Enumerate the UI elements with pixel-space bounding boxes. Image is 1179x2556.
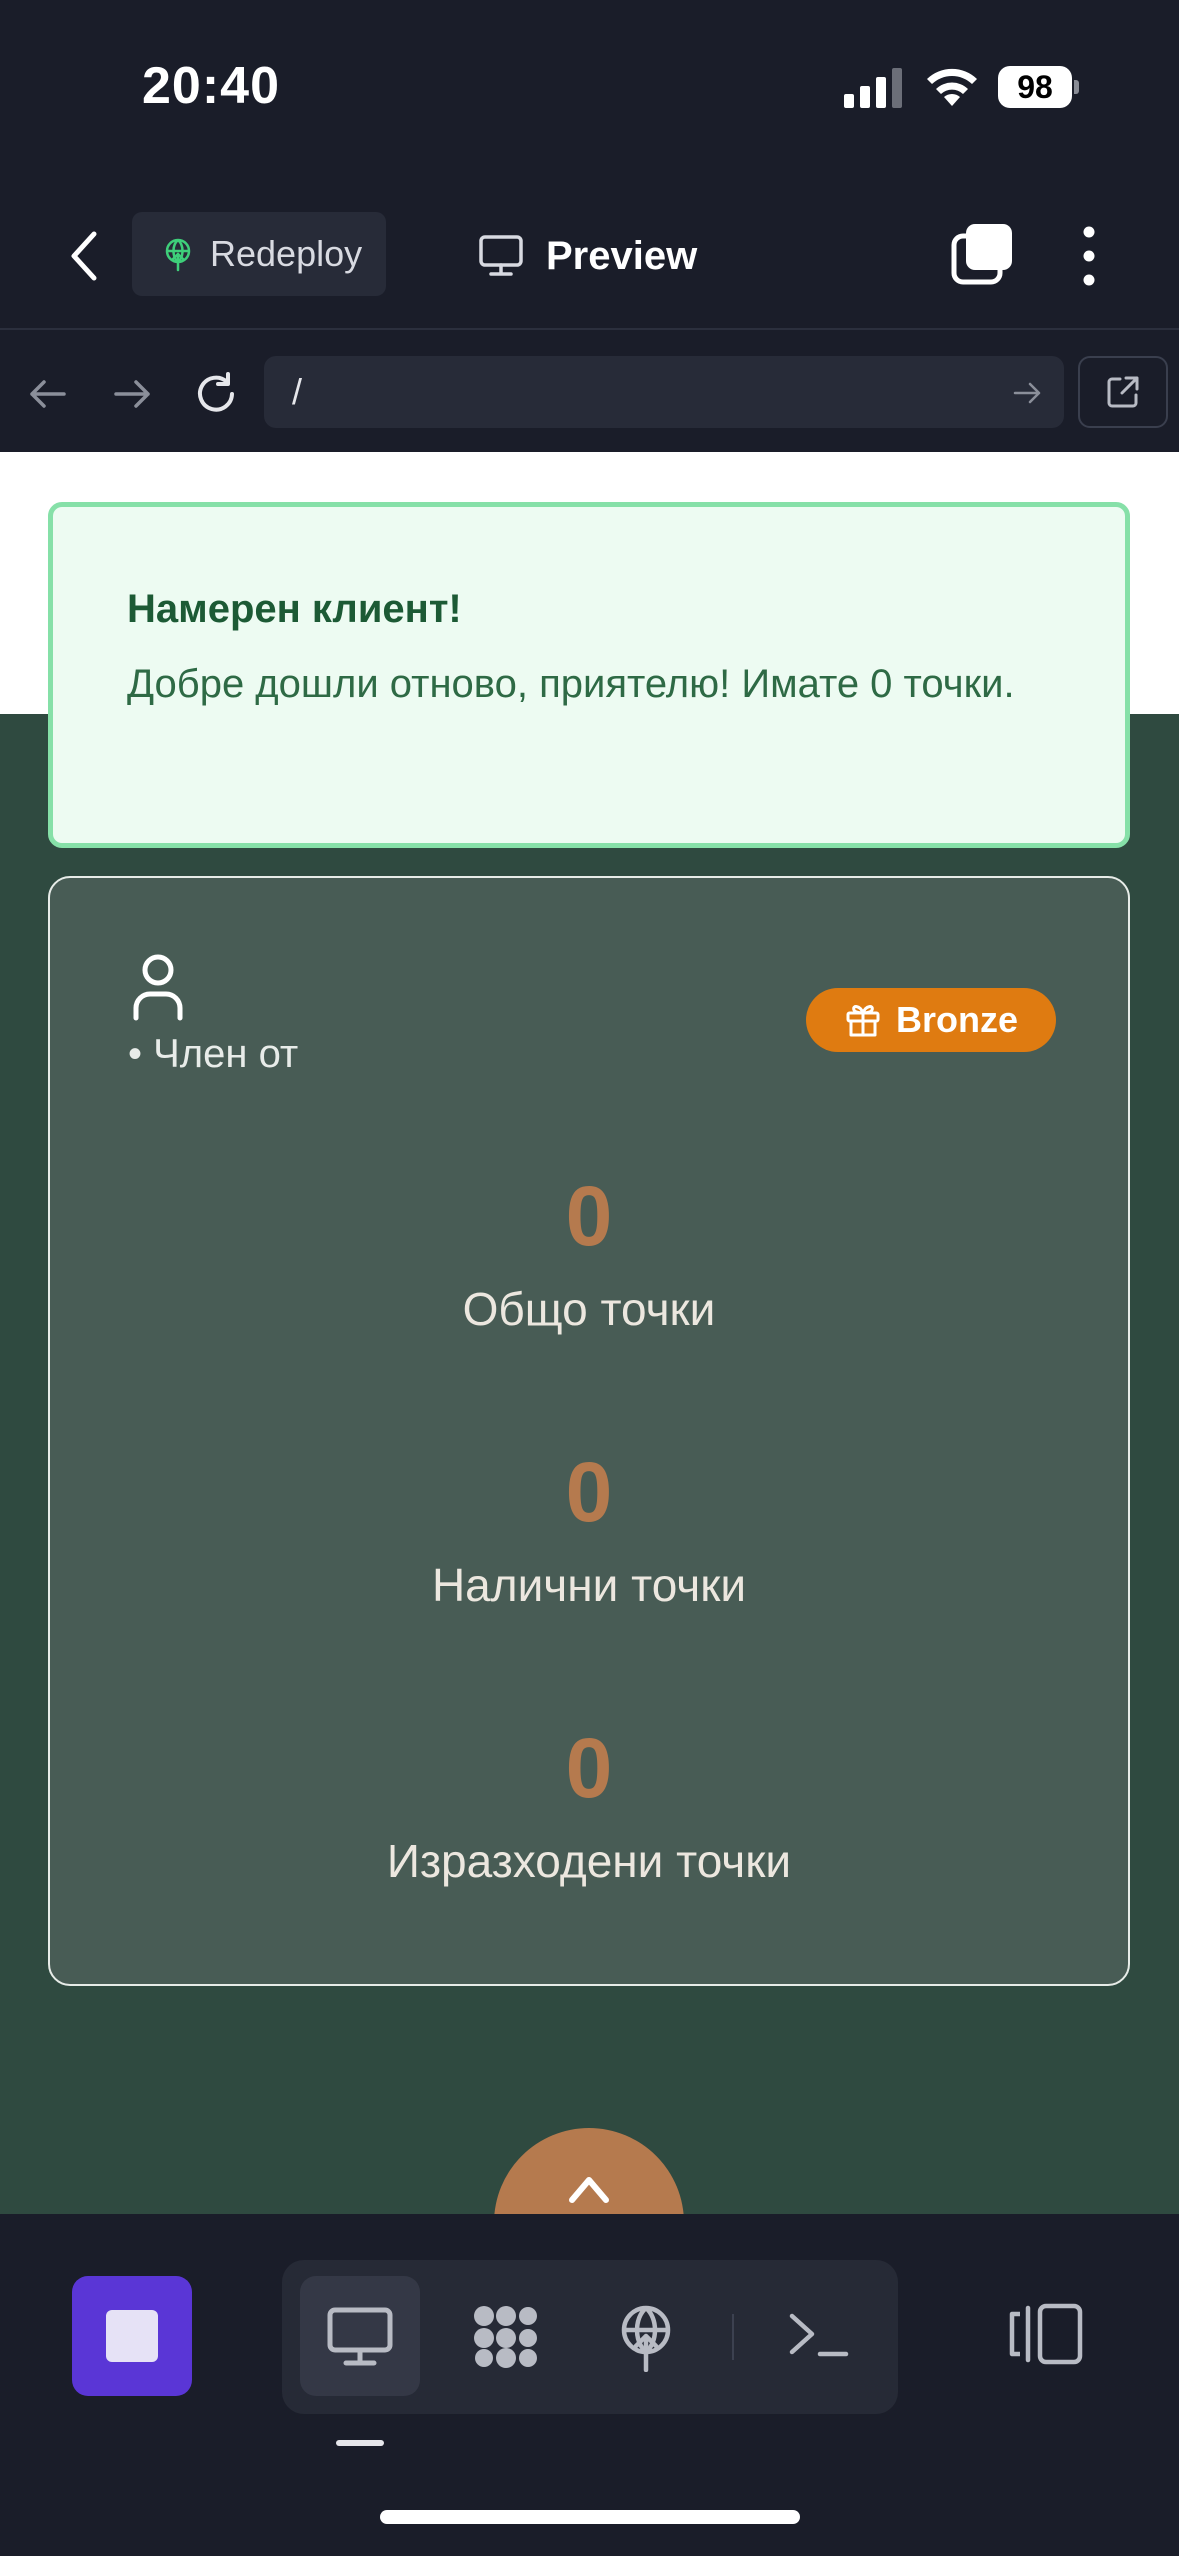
tool-preview[interactable]	[300, 2276, 420, 2396]
layout-icon[interactable]	[1008, 2302, 1084, 2366]
preview-label: Preview	[546, 233, 698, 278]
status-bar: 20:40 98	[0, 0, 1179, 180]
wifi-icon	[927, 68, 977, 106]
monitor-icon	[479, 235, 523, 276]
url-bar: /	[0, 332, 1179, 452]
tool-console[interactable]	[758, 2276, 878, 2396]
preview-tab[interactable]: Preview	[478, 228, 697, 284]
url-input[interactable]: /	[264, 356, 1064, 428]
external-link-icon	[1107, 376, 1139, 408]
stat-value: 0	[565, 1721, 613, 1815]
monitor-icon	[327, 2307, 393, 2366]
gift-icon	[846, 1005, 880, 1037]
stat-value: 0	[565, 1445, 613, 1539]
tool-divider	[732, 2314, 734, 2360]
stat-available-points: 0 Налични точки	[50, 1444, 1128, 1612]
toast-title: Намерен клиент!	[127, 587, 462, 631]
stat-label: Налични точки	[431, 1559, 747, 1611]
active-tab-indicator	[336, 2440, 384, 2446]
terminal-icon	[789, 2313, 849, 2357]
battery-level: 98	[998, 66, 1072, 108]
stop-icon	[106, 2310, 158, 2362]
tool-deploy[interactable]	[586, 2276, 706, 2396]
webview: Намерен клиент! Добре дошли отново, прия…	[0, 452, 1179, 2214]
chevron-left-icon[interactable]	[62, 228, 108, 284]
arrow-left-icon[interactable]	[24, 370, 72, 418]
home-indicator	[380, 2510, 800, 2524]
signal-icon	[844, 68, 902, 108]
redeploy-button[interactable]: Redeploy	[132, 212, 386, 296]
stop-button[interactable]	[72, 2276, 192, 2396]
customer-card: • Член от Bronze 0 Общо точки 0 Налични …	[48, 876, 1130, 1986]
nodes-icon	[474, 2306, 537, 2368]
user-icon	[133, 954, 183, 1021]
tier-label: Bronze	[895, 999, 1018, 1040]
redeploy-label: Redeploy	[210, 233, 363, 274]
go-arrow-icon[interactable]	[1010, 376, 1044, 410]
status-time: 20:40	[142, 57, 280, 115]
stat-label: Изразходени точки	[386, 1835, 792, 1887]
top-nav: Redeploy Preview	[0, 180, 1179, 330]
tabs-icon[interactable]	[950, 222, 1014, 286]
toast-message: Добре дошли отново, приятелю! Имате 0 то…	[127, 662, 1015, 706]
stat-label: Общо точки	[462, 1283, 716, 1335]
stat-total-points: 0 Общо точки	[50, 1168, 1128, 1336]
kebab-icon[interactable]	[1074, 224, 1104, 288]
open-external-button[interactable]	[1078, 356, 1168, 428]
tier-badge: Bronze	[806, 988, 1056, 1052]
bottom-toolbar	[0, 2214, 1179, 2556]
scroll-to-top-button[interactable]	[494, 2128, 684, 2214]
member-since: • Член от	[128, 1032, 299, 1076]
globe-upload-icon	[165, 238, 191, 272]
tool-group	[282, 2260, 898, 2414]
chevron-up-icon	[569, 2177, 609, 2203]
tool-workflows[interactable]	[446, 2276, 566, 2396]
success-toast: Намерен клиент! Добре дошли отново, прия…	[48, 502, 1130, 848]
url-text: /	[292, 371, 303, 412]
stat-spent-points: 0 Изразходени точки	[50, 1720, 1128, 1888]
stat-value: 0	[565, 1169, 613, 1263]
arrow-right-icon[interactable]	[108, 370, 156, 418]
reload-icon[interactable]	[192, 370, 240, 418]
globe-upload-icon	[621, 2305, 671, 2372]
battery-icon: 98	[998, 66, 1080, 108]
